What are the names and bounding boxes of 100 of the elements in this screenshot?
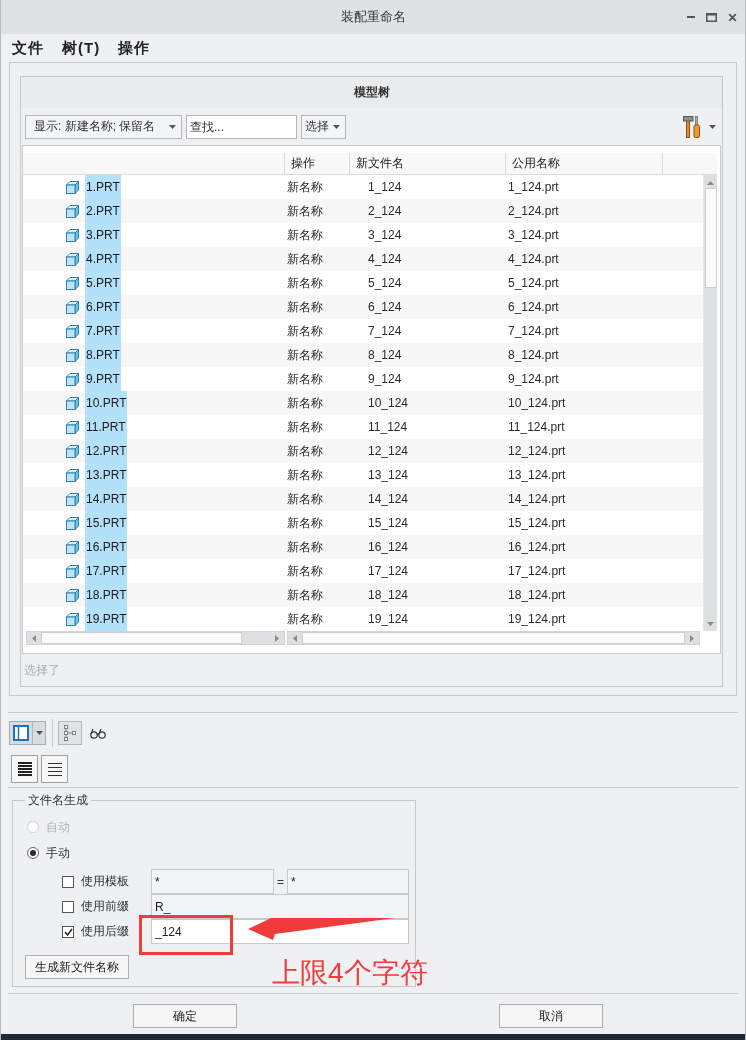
common-name-cell-text: 18_124.prt [507,587,567,604]
caret-icon[interactable] [169,124,176,129]
part-name: 9.PRT [85,367,121,391]
horizontal-scrollbar[interactable] [26,631,285,645]
caret-icon[interactable] [333,124,340,129]
generate-names-button[interactable]: 生成新文件名称 [25,955,129,979]
group-title: 文件名生成 [27,792,89,809]
new-name-cell-text: 3_124 [367,227,403,244]
part-name: 6.PRT [85,295,121,319]
menu-item[interactable]: 文件 [12,38,44,58]
operation-cell-text: 新名称 [286,514,324,532]
operation-cell-text: 新名称 [286,298,324,316]
maximize-icon[interactable] [706,12,717,22]
horizontal-scrollbar[interactable] [287,631,700,645]
scrollbar-thumb[interactable] [302,632,685,644]
new-name-cell-text: 12_124 [367,443,410,460]
operation-cell-text: 新名称 [286,226,324,244]
common-name-cell-text: 8_124.prt [507,347,560,364]
common-name-cell-text: 13_124.prt [507,467,567,484]
part-name: 16.PRT [85,535,128,559]
dialog-button[interactable]: 确定 [133,1004,237,1028]
operation-cell-text: 新名称 [286,610,324,628]
close-icon[interactable] [728,12,737,22]
scrollbar-thumb[interactable] [704,188,717,288]
scroll-left-icon[interactable] [293,634,297,642]
display-filter-dropdown[interactable]: 显示: 新建名称; 保留名 [25,114,182,139]
operation-cell-text: 新名称 [286,274,324,292]
checkbox[interactable] [62,900,74,913]
text-field[interactable]: * [287,869,409,894]
common-name-cell-text: 3_124.prt [507,227,560,244]
cube-icon [66,612,79,626]
common-name-cell-text: 4_124.prt [507,251,560,268]
common-name-cell-text: 7_124.prt [507,323,560,340]
part-name: 18.PRT [85,583,128,607]
column-header[interactable]: 公用名称 [506,153,663,174]
new-name-cell-text: 2_124 [367,203,403,220]
scrollbar-thumb[interactable] [41,632,242,644]
vertical-scrollbar[interactable] [703,175,717,631]
operation-cell-text: 新名称 [286,538,324,556]
menu-item[interactable]: 操作 [118,38,151,58]
common-name-cell-text: 5_124.prt [507,275,560,292]
layout-button[interactable] [9,721,46,745]
part-name: 10.PRT [85,391,128,415]
scroll-down-icon[interactable] [707,622,714,626]
new-name-cell-text: 11_124 [367,419,409,436]
tree-row[interactable]: 10.PRT 新名称 10_124 10_124.prt [23,391,703,415]
tree-row[interactable]: 12.PRT 新名称 12_124 12_124.prt [23,439,703,463]
tree-row[interactable]: 8.PRT 新名称 8_124 8_124.prt [23,343,703,367]
text-field[interactable]: * [151,869,274,894]
checkbox[interactable] [62,925,74,938]
column-header[interactable]: 新文件名 [350,153,506,174]
new-name-cell-text: 17_124 [367,563,410,580]
tree-row[interactable]: 18.PRT 新名称 18_124 18_124.prt [23,583,703,607]
part-name: 14.PRT [85,487,128,511]
tree-row[interactable]: 16.PRT 新名称 16_124 16_124.prt [23,535,703,559]
scroll-right-icon[interactable] [690,634,694,642]
operation-cell-text: 新名称 [286,490,324,508]
operation-cell-text: 新名称 [286,394,324,412]
scroll-right-icon[interactable] [275,634,279,642]
new-name-cell-text: 1_124 [367,179,403,196]
new-name-cell-text: 13_124 [367,467,410,484]
checkbox[interactable] [62,875,74,888]
caret-icon[interactable] [709,124,716,129]
option-label: 使用前缀 [81,898,130,915]
tree-row[interactable]: 4.PRT 新名称 4_124 4_124.prt [23,247,703,271]
common-name-cell-text: 12_124.prt [507,443,567,460]
part-name: 7.PRT [85,319,121,343]
tree-view-button[interactable] [58,721,82,745]
part-name: 8.PRT [85,343,121,367]
tree-row[interactable]: 2.PRT 新名称 2_124 2_124.prt [23,199,703,223]
cube-icon [66,372,79,386]
list-button[interactable] [41,755,68,783]
part-name: 2.PRT [85,199,121,223]
cube-icon [66,228,79,242]
dialog-button[interactable]: 取消 [499,1004,603,1028]
menu-item[interactable]: 树(T) [62,38,101,58]
checkmark-icon [63,927,73,936]
tree-row[interactable]: 14.PRT 新名称 14_124 14_124.prt [23,487,703,511]
dense-list-button[interactable] [11,755,38,783]
radio-button[interactable] [27,847,39,859]
select-dropdown[interactable]: 选择 [301,114,346,139]
operation-cell-text: 新名称 [286,322,324,340]
scroll-up-icon[interactable] [707,181,714,185]
column-header[interactable]: 操作 [285,153,350,174]
option-label: 使用后缀 [81,923,130,940]
new-name-cell-text: 7_124 [367,323,403,340]
cube-icon [66,492,79,506]
text-field[interactable]: R_ [151,894,409,919]
part-name: 11.PRT [85,415,127,439]
cube-icon [66,444,79,458]
cube-icon [66,300,79,314]
tree-row[interactable]: 6.PRT 新名称 6_124 6_124.prt [23,295,703,319]
glasses-icon[interactable] [90,727,106,739]
cube-icon [66,420,79,434]
caret-icon[interactable] [35,731,43,735]
tools-icon[interactable] [683,115,700,138]
search-field[interactable]: 查找... [186,114,297,139]
part-name: 17.PRT [85,559,128,583]
scroll-left-icon[interactable] [32,634,36,642]
part-name: 15.PRT [85,511,128,535]
